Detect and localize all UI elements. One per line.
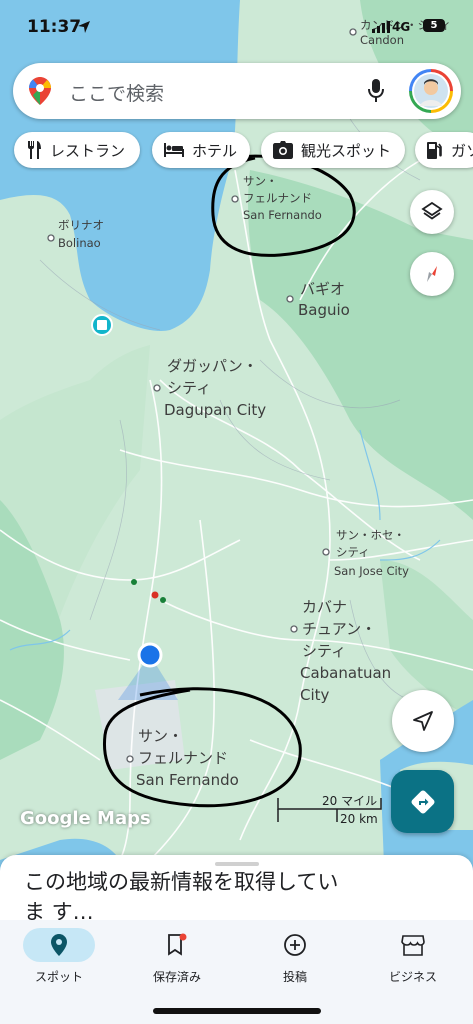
google-maps-pin-icon [29,77,51,105]
map-label-sanfernando-north-jp2: フェルナンド [243,191,312,205]
status-bar: 11:37 4G 5 [0,0,473,52]
search-bar[interactable]: ここで検索 [13,63,461,119]
map-label-sanjose-jp2: シティ [336,545,370,559]
nav-item-explore[interactable]: スポット [0,928,118,985]
map-label-sanfernando-south-jp2: フェルナンド [138,749,229,767]
location-arrow-icon [78,21,90,33]
search-input[interactable]: ここで検索 [69,79,164,106]
nav-item-contribute[interactable]: 投稿 [236,928,354,985]
map-label-cabanatuan-en2: City [300,686,330,704]
nav-label: 保存済み [152,970,201,984]
nav-label: ビジネス [388,970,437,984]
scale-km: 20 km [340,812,378,826]
avatar-person-icon [414,74,448,108]
navigation-arrow-icon [413,711,433,731]
map-label-cabanatuan-jp2: チュアン・ [302,620,377,638]
nav-icon-wrap [141,928,213,962]
storefront-icon [401,935,425,956]
my-location-button[interactable] [392,690,454,752]
map-label-sanjose-jp1: サン・ホセ・ [336,528,405,542]
compass-button[interactable] [410,252,454,296]
sheet-status-text: この地域の最新情報を取得していま す… [24,870,339,924]
nav-active-indicator [23,928,95,962]
map-label-sanfernando-south-en: San Fernando [136,771,239,789]
nav-icon-wrap [259,928,331,962]
map-label-bolinao-jp: ボリナオ [58,218,104,232]
compass-icon [427,266,437,282]
map-label-cabanatuan-jp3: シティ [302,642,347,660]
layers-button[interactable] [410,190,454,234]
chip-label: 観光スポット [301,141,392,160]
map-label-cabanatuan-en1: Cabanatuan [300,664,392,682]
battery-icon: 5 [423,19,445,32]
signal-icon [372,21,390,33]
map-label-baguio-jp: バギオ [300,280,346,298]
microphone-icon[interactable] [368,79,384,103]
chip-restaurants[interactable]: レストラン [14,132,140,168]
map-label-dagupan-jp2: シティ [167,379,212,397]
chip-hotels[interactable]: ホテル [152,132,250,168]
chip-label: ホテル [192,141,238,160]
map-label-baguio-en: Baguio [298,301,350,319]
current-location-dot [137,642,163,668]
sheet-drag-handle[interactable] [215,862,259,866]
map-scale: 20 マイル 20 km [277,792,382,826]
google-maps-attribution: Google Maps [20,808,151,829]
camera-icon [273,141,293,159]
map-label-dagupan-jp1: ダガッパン・ [167,357,258,375]
chip-label: レストラン [50,141,126,160]
layers-icon [421,201,443,220]
directions-icon [411,790,434,813]
map-label-sanfernando-north-jp1: サン・ [243,174,278,188]
nav-label: 投稿 [282,970,307,984]
status-time: 11:37 [27,17,82,37]
home-indicator [153,1008,321,1014]
scale-miles: 20 マイル [322,794,378,808]
map-label-sanfernando-south-jp1: サン・ [138,727,184,745]
chip-attractions[interactable]: 観光スポット [261,132,405,168]
add-circle-icon [284,934,306,956]
map-label-sanjose-en: San Jose City [334,564,409,578]
map-label-sanfernando-north-en: San Fernando [243,208,322,222]
location-pin-icon [51,934,67,956]
bed-icon [164,143,184,157]
map-label-bolinao-en: Bolinao [58,236,101,250]
fork-knife-icon [28,141,41,159]
chip-label: ガソリン [451,141,473,160]
account-avatar[interactable] [409,69,453,113]
nav-label: スポット [34,970,83,984]
gas-station-icon [427,142,442,159]
nav-item-business[interactable]: ビジネス [354,928,472,985]
map-label-cabanatuan-jp1: カバナ [302,598,348,616]
chip-gas[interactable]: ガソリン [415,132,473,168]
nav-item-saved[interactable]: 保存済み [118,928,236,985]
map-label-dagupan-en: Dagupan City [164,401,267,419]
network-type: 4G [392,20,411,34]
bookmark-icon [168,933,187,956]
nav-icon-wrap [377,928,449,962]
directions-button[interactable] [391,770,454,833]
